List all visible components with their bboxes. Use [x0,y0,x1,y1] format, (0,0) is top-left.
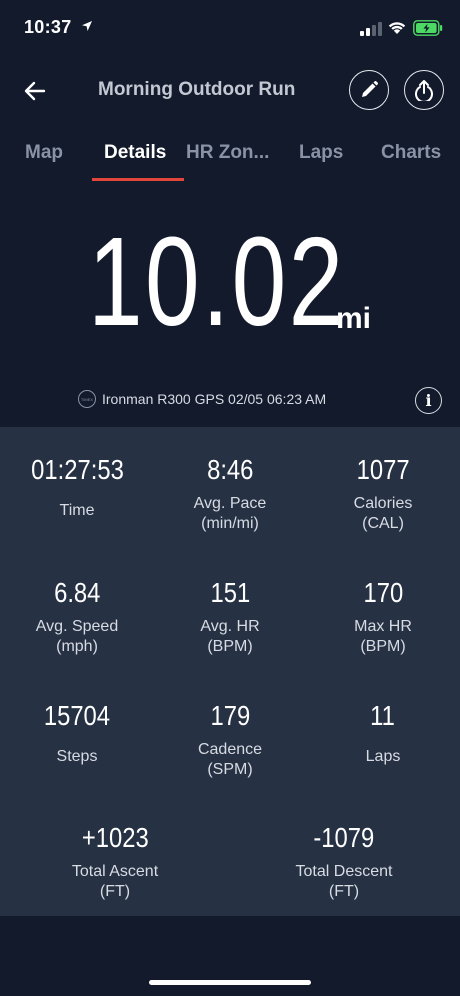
stat-total-descent: -1079 Total Descent (FT) [269,821,419,902]
stat-label: Avg. Pace (min/mi) [193,495,267,532]
stat-value: 179 [210,700,250,731]
stat-label: Cadence (SPM) [197,741,263,778]
stat-label: Avg. Speed (mph) [35,618,119,655]
stat-label: Total Descent (FT) [295,863,393,900]
location-arrow-icon [82,21,92,31]
share-button[interactable] [404,70,444,110]
stat-avg-pace: 8:46 Avg. Pace (min/mi) [155,453,305,534]
stat-cadence: 179 Cadence (SPM) [155,699,305,780]
tab-hr-zones[interactable]: HR Zon... [186,142,269,164]
stat-label: Max HR (BPM) [354,618,412,655]
tab-map[interactable]: Map [25,142,63,164]
stat-label: Total Ascent (FT) [71,863,159,900]
stat-value: 8:46 [206,454,254,485]
stat-max-hr: 170 Max HR (BPM) [308,576,458,657]
distance-value: 10.02 [88,211,346,352]
pencil-icon [362,81,378,97]
wifi-icon [388,22,406,34]
distance-unit: mi [336,302,372,335]
distance-display: 10.02 mi [0,212,460,352]
tab-laps[interactable]: Laps [299,142,343,164]
tab-details[interactable]: Details [104,142,166,164]
device-info-row: TIMEX Ironman R300 GPS 02/05 06:23 AM i [0,384,460,416]
stat-steps: 15704 Steps [2,699,152,767]
stat-label: Steps [56,748,98,765]
stat-avg-speed: 6.84 Avg. Speed (mph) [2,576,152,657]
tab-bar: Map Details HR Zon... Laps Charts [0,140,460,182]
stat-value: 170 [363,577,403,608]
stat-value: 15704 [43,700,111,731]
info-icon[interactable]: i [415,387,442,414]
timex-logo-icon: TIMEX [78,390,96,408]
stat-total-ascent: +1023 Total Ascent (FT) [40,821,190,902]
stat-value: +1023 [81,822,149,853]
battery-icon [413,20,443,36]
tab-charts[interactable]: Charts [381,142,441,164]
stat-value: 11 [370,700,396,731]
stat-value: 151 [210,577,250,608]
stat-avg-hr: 151 Avg. HR (BPM) [155,576,305,657]
stats-panel: 01:27:53 Time 8:46 Avg. Pace (min/mi) 107… [0,427,460,916]
status-bar: 10:37 [0,0,460,56]
status-time: 10:37 [24,17,72,37]
stat-label: Time [59,502,95,519]
back-arrow-icon[interactable] [22,79,48,103]
stat-time: 01:27:53 Time [2,453,152,521]
stat-label: Laps [365,748,401,765]
device-text: Ironman R300 GPS 02/05 06:23 AM [102,391,327,407]
timex-logo-text: TIMEX [80,396,94,402]
stat-value: -1079 [313,822,375,853]
header: Morning Outdoor Run [0,66,460,116]
stat-value: 01:27:53 [30,454,124,485]
stat-laps: 11 Laps [308,699,458,767]
stat-label: Avg. HR (BPM) [200,618,260,655]
page-title: Morning Outdoor Run [98,79,296,100]
share-icon [415,80,433,101]
active-tab-indicator [92,178,184,181]
stat-value: 6.84 [53,577,101,608]
edit-button[interactable] [349,70,389,110]
signal-icon [360,22,382,36]
stat-value: 1077 [356,454,410,485]
home-indicator[interactable] [149,980,311,985]
stat-label: Calories (CAL) [353,495,413,532]
stat-calories: 1077 Calories (CAL) [308,453,458,534]
